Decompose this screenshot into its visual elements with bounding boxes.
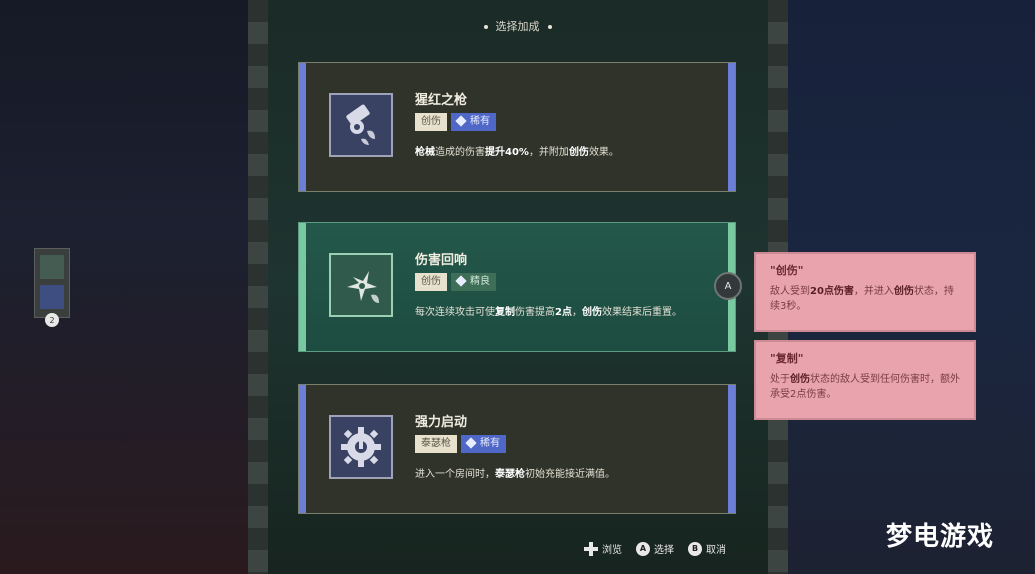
dot-icon [547, 25, 552, 29]
desc-text: 每次连续攻击可使 [415, 307, 495, 318]
tag-rare: 稀有 [461, 435, 506, 453]
card-description: 枪械造成的伤害提升40%，并附加创伤效果。 [415, 143, 619, 158]
tip-text: ，并进入 [853, 286, 894, 297]
header: 选择加成 [0, 18, 1035, 34]
desc-text: 造成的伤害 [435, 147, 485, 158]
b-button-icon: B [688, 541, 702, 556]
tag-label: 稀有 [470, 116, 490, 127]
tag-taser: 泰瑟枪 [415, 435, 457, 453]
watermark: 梦电游戏 [886, 522, 995, 552]
dpad-icon [584, 541, 598, 556]
upgrade-card-power-start[interactable]: 强力启动 泰瑟枪 稀有 进入一个房间时，泰瑟枪初始充能接近满值。 [298, 384, 736, 514]
desc-text: 进入一个房间时， [415, 469, 495, 480]
tag-rare: 稀有 [451, 113, 496, 131]
left-pillar [248, 0, 268, 574]
gear-power-icon [329, 415, 393, 479]
select-control[interactable]: A 选择 [636, 541, 674, 556]
desc-keyword: 创伤 [581, 307, 602, 318]
tooltip-title: "复制" [770, 352, 804, 365]
cancel-control[interactable]: B 取消 [688, 541, 726, 556]
desc-keyword: 创伤 [568, 147, 589, 158]
desc-keyword: 泰瑟枪 [495, 469, 525, 480]
tooltip-title: "创伤" [770, 264, 804, 277]
desc-text: 效果结束后重置。 [601, 307, 682, 318]
card-tags: 创伤 精良 [415, 273, 496, 291]
card-title: 伤害回响 [415, 253, 468, 268]
desc-keyword: 2点 [555, 307, 572, 318]
card-description: 进入一个房间时，泰瑟枪初始充能接近满值。 [415, 465, 615, 480]
tooltip-body: 敌人受到20点伤害，并进入创伤状态，持续3秒。 [770, 284, 960, 314]
browse-label: 浏览 [602, 545, 622, 556]
card-description: 每次连续攻击可使复制伤害提高2点，创伤效果结束后重置。 [415, 303, 682, 318]
card-edge-left [299, 385, 306, 513]
rarity-gem-icon [465, 437, 477, 449]
a-button-icon: A [636, 541, 650, 556]
tag-trauma: 创伤 [415, 273, 447, 291]
desc-text: ，并附加 [528, 147, 569, 158]
upgrade-slot-icon[interactable] [40, 255, 64, 279]
upgrade-slot-icon[interactable] [40, 285, 64, 309]
gun-icon [329, 93, 393, 157]
desc-text: ， [571, 307, 582, 318]
card-edge-left [299, 63, 306, 191]
rarity-gem-icon [455, 275, 467, 287]
card-edge-right [728, 63, 735, 191]
tag-fine: 精良 [451, 273, 496, 291]
desc-keyword: 枪械 [415, 147, 435, 158]
tip-text: 处于 [770, 374, 790, 385]
card-edge-left [299, 223, 306, 351]
desc-keyword: 提升40% [485, 147, 529, 158]
desc-keyword: 复制 [495, 307, 515, 318]
tip-keyword: 创伤 [893, 286, 914, 297]
dot-icon [483, 25, 488, 29]
tag-trauma: 创伤 [415, 113, 447, 131]
tip-keyword: 创伤 [790, 374, 810, 385]
tag-label: 稀有 [480, 438, 500, 449]
tip-keyword: 20点伤害 [810, 286, 854, 297]
tip-text: 敌人受到 [770, 286, 810, 297]
cancel-label: 取消 [706, 545, 726, 556]
select-label: 选择 [654, 545, 674, 556]
card-title: 强力启动 [415, 415, 468, 430]
upgrade-card-damage-echo[interactable]: 伤害回响 创伤 精良 每次连续攻击可使复制伤害提高2点，创伤效果结束后重置。 [298, 222, 736, 352]
browse-control[interactable]: 浏览 [584, 541, 622, 556]
desc-text: 初始充能接近满值。 [525, 469, 615, 480]
owned-upgrades-panel: 2 [34, 248, 70, 327]
desc-text: 效果。 [588, 147, 619, 158]
card-title: 猩红之枪 [415, 93, 468, 108]
card-tags: 创伤 稀有 [415, 113, 496, 131]
tooltip-body: 处于创伤状态的敌人受到任何伤害时，额外承受2点伤害。 [770, 372, 960, 402]
tooltip-trauma: "创伤" 敌人受到20点伤害，并进入创伤状态，持续3秒。 [754, 252, 976, 332]
a-button-icon[interactable]: A [714, 272, 742, 300]
card-edge-right [728, 385, 735, 513]
rarity-gem-icon [455, 115, 467, 127]
footer-controls: 浏览 A 选择 B 取消 [584, 541, 726, 556]
card-tags: 泰瑟枪 稀有 [415, 435, 506, 453]
upgrade-card-scarlet-gun[interactable]: 猩红之枪 创伤 稀有 枪械造成的伤害提升40%，并附加创伤效果。 [298, 62, 736, 192]
shuriken-icon [329, 253, 393, 317]
desc-text: 伤害提高 [515, 307, 555, 318]
header-title: 选择加成 [495, 20, 540, 33]
tooltip-copy: "复制" 处于创伤状态的敌人受到任何伤害时，额外承受2点伤害。 [754, 340, 976, 420]
tag-label: 精良 [470, 276, 490, 287]
upgrade-count-badge: 2 [45, 313, 59, 327]
